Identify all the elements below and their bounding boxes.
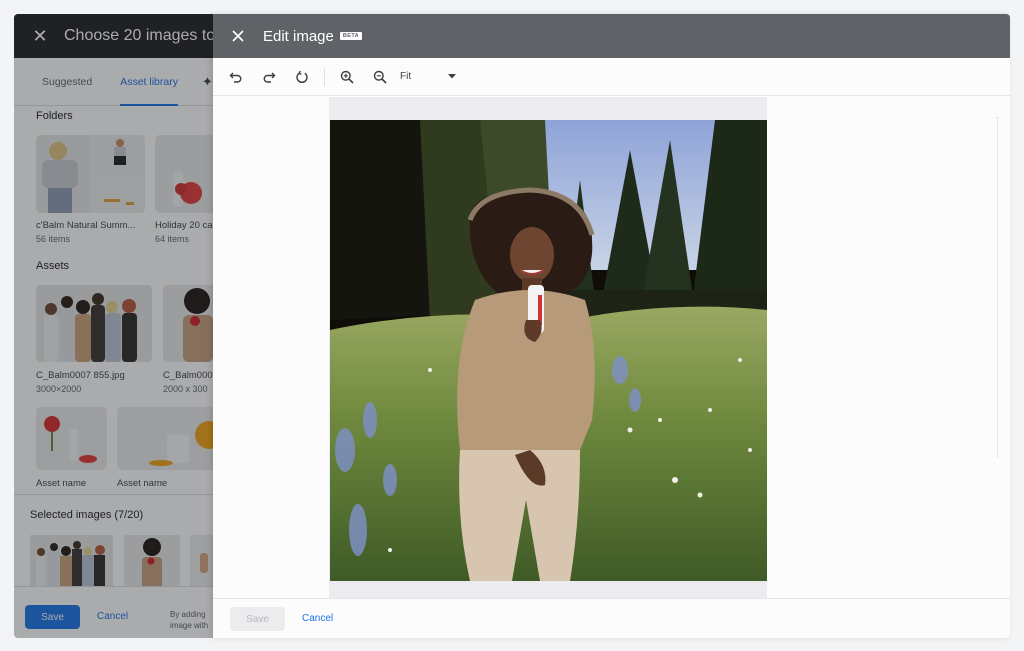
zoom-in-icon[interactable] [335,65,359,89]
edit-image-title: Edit image [263,27,334,45]
edit-toolbar: Fit [213,58,1010,96]
cancel-button[interactable]: Cancel [302,613,333,624]
zoom-level-select[interactable]: Fit [400,71,456,82]
rotate-reset-icon[interactable] [290,65,314,89]
edit-image-preview[interactable] [330,120,767,581]
canvas-scrollbar[interactable] [997,117,998,457]
redo-icon[interactable] [257,65,281,89]
edit-image-footer: Save Cancel [213,598,1010,638]
zoom-level-value: Fit [400,71,412,82]
woman-in-meadow-photo [330,120,767,581]
save-button[interactable]: Save [230,607,285,631]
image-canvas[interactable] [213,97,1010,598]
dropdown-arrow-icon [448,74,456,79]
beta-badge: BETA [339,32,363,40]
toolbar-divider [324,67,325,86]
zoom-out-icon[interactable] [368,65,392,89]
undo-icon[interactable] [224,65,248,89]
close-icon[interactable] [227,25,249,47]
edit-image-header: Edit image BETA [213,14,1010,58]
edit-image-dialog: Edit image BETA Fit Save Cancel [213,14,1010,638]
